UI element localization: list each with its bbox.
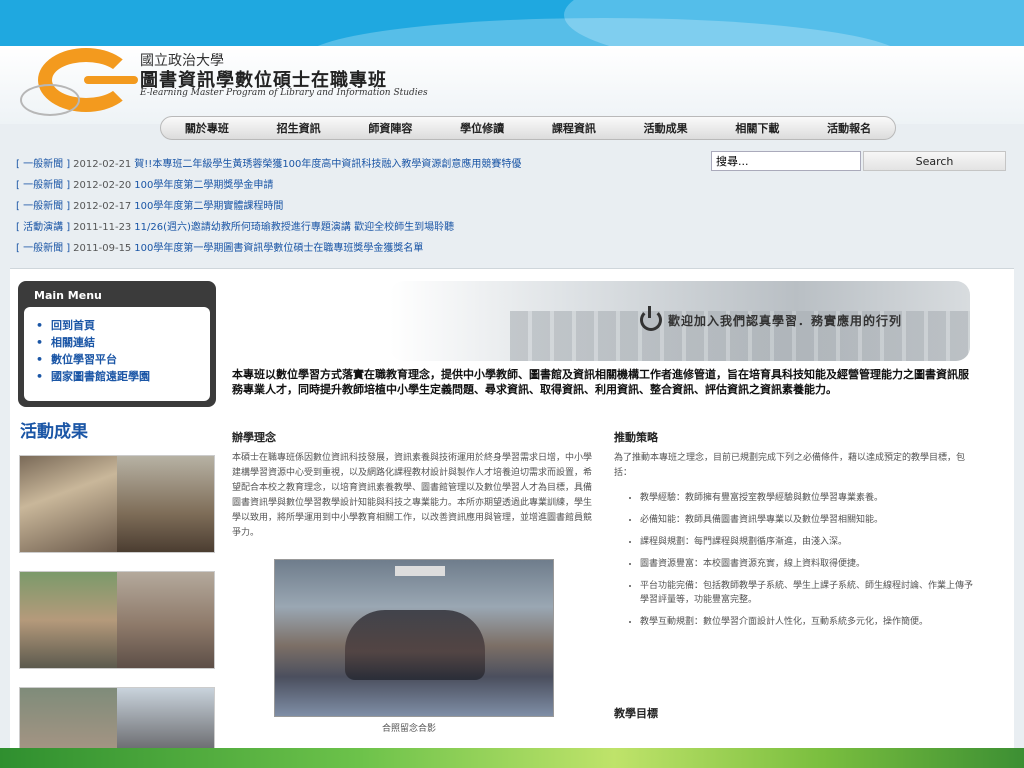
nav-item-downloads[interactable]: 相關下載 xyxy=(727,120,787,136)
menu-item-links[interactable]: 相關連結 xyxy=(36,334,210,351)
group-photo[interactable] xyxy=(274,559,554,717)
banner-slogan: 歡迎加入我們認真學習．務實應用的行列 xyxy=(668,314,903,328)
main-nav: 關於專班 招生資訊 師資陣容 學位修讀 課程資訊 活動成果 相關下載 活動報名 xyxy=(160,116,896,140)
nav-item-faculty[interactable]: 師資陣容 xyxy=(360,120,420,136)
strategy-list: 教學經驗：教師擁有豐富授室教學經驗與數位學習專業素養。 必備知能：教師具備圖書資… xyxy=(614,491,974,629)
news-item[interactable]: [ 活動演講 ] 2011-11-23 11/26(週六)邀請幼教所何琦瑜教授進行專… xyxy=(16,217,676,238)
program-intro: 本專班以數位學習方式落實在職教育理念，提供中小學教師、圖書館及資訊相關機構工作者… xyxy=(232,368,969,396)
philosophy-text: 本碩士在職專班係因數位資訊科技發展，資訊素養與技術運用於終身學習需求日增，中小學… xyxy=(232,453,593,538)
news-item[interactable]: [ 一般新聞 ] 2012-02-21 賀!!本專班二年級學生黃琇蓉榮獲100年度高… xyxy=(16,154,676,175)
list-item: 教學互動規劃：數位學習介面設計人性化，互動系統多元化，操作簡便。 xyxy=(640,615,974,629)
logo-bar xyxy=(84,76,138,84)
site-header: 國立政治大學 圖書資訊學數位碩士在職專班 E-learning Master P… xyxy=(0,46,1024,140)
group-people xyxy=(345,610,485,680)
list-item: 圖書資源豐富：本校圖書資源充實，線上資料取得便捷。 xyxy=(640,557,974,571)
logo-swirl-ornament xyxy=(20,84,80,116)
program-title-en: E-learning Master Program of Library and… xyxy=(140,88,428,98)
menu-item-home[interactable]: 回到首頁 xyxy=(36,317,210,334)
news-item[interactable]: [ 一般新聞 ] 2012-02-20 100學年度第二學期獎學金申請 xyxy=(16,175,676,196)
main-menu-title: Main Menu xyxy=(34,289,102,302)
search-bar: Search xyxy=(711,151,1007,171)
nav-item-activities[interactable]: 活動成果 xyxy=(636,120,696,136)
university-logo[interactable] xyxy=(20,48,138,118)
nav-item-admission[interactable]: 招生資訊 xyxy=(269,120,329,136)
philosophy-heading: 辦學理念 xyxy=(232,431,276,444)
list-item: 課程與規劃：每門課程與規劃循序漸進，由淺入深。 xyxy=(640,535,974,549)
teaching-goals-heading: 教學目標 xyxy=(614,707,658,720)
list-item: 教學經驗：教師擁有豐富授室教學經驗與數位學習專業素養。 xyxy=(640,491,974,505)
news-category: [ 一般新聞 ] xyxy=(16,180,71,191)
search-button[interactable]: Search xyxy=(863,151,1006,171)
slide-top-band xyxy=(0,0,1024,46)
news-date: 2012-02-20 xyxy=(73,180,132,191)
news-title-link[interactable]: 賀!!本專班二年級學生黃琇蓉榮獲100年度高中資訊科技融入教學資源創意應用競賽特… xyxy=(134,159,521,170)
welcome-banner: 歡迎加入我們認真學習．務實應用的行列 xyxy=(390,281,970,361)
photo-caption: 合照留念合影 xyxy=(382,724,437,734)
news-title-link[interactable]: 11/26(週六)邀請幼教所何琦瑜教授進行專題演講 歡迎全校師生到場聆聽 xyxy=(134,222,454,233)
building-sign xyxy=(395,566,445,576)
nav-item-about[interactable]: 關於專班 xyxy=(177,120,237,136)
search-input[interactable] xyxy=(711,151,861,171)
power-icon xyxy=(640,306,662,331)
philosophy-section: 辦學理念 本碩士在職專班係因數位資訊科技發展，資訊素養與技術運用於終身學習需求日… xyxy=(232,429,594,541)
nav-item-courses[interactable]: 課程資訊 xyxy=(544,120,604,136)
menu-item-elearning-platform[interactable]: 數位學習平台 xyxy=(36,351,210,368)
news-category: [ 一般新聞 ] xyxy=(16,201,71,212)
news-item[interactable]: [ 一般新聞 ] 2011-09-15 100學年度第一學期圖書資訊學數位碩士在職專… xyxy=(16,238,676,259)
website-screenshot: 國立政治大學 圖書資訊學數位碩士在職專班 E-learning Master P… xyxy=(0,46,1024,748)
news-category: [ 活動演講 ] xyxy=(16,222,71,233)
news-date: 2011-11-23 xyxy=(73,222,132,233)
strategy-heading: 推動策略 xyxy=(614,431,658,444)
activity-photo[interactable] xyxy=(19,687,215,748)
main-menu-list: 回到首頁 相關連結 數位學習平台 國家圖書館遠距學園 xyxy=(24,307,210,401)
news-title-link[interactable]: 100學年度第二學期實體課程時間 xyxy=(134,201,283,212)
activity-photo[interactable] xyxy=(19,455,215,553)
activities-heading: 活動成果 xyxy=(20,422,88,442)
strategy-section: 推動策略 為了推動本專班之理念，目前已規劃完成下列之必備條件，藉以達成預定的教學… xyxy=(614,429,974,720)
list-item: 必備知能：教師具備圖書資訊學專業以及數位學習相關知能。 xyxy=(640,513,974,527)
list-item: 平台功能完備：包括教師教學子系統、學生上課子系統、師生線程討論、作業上傳予學習評… xyxy=(640,579,974,607)
news-title-link[interactable]: 100學年度第二學期獎學金申請 xyxy=(134,180,273,191)
news-category: [ 一般新聞 ] xyxy=(16,159,71,170)
news-date: 2012-02-17 xyxy=(73,201,132,212)
slide-bottom-band xyxy=(0,748,1024,768)
nav-item-registration[interactable]: 活動報名 xyxy=(819,120,879,136)
news-list: [ 一般新聞 ] 2012-02-21 賀!!本專班二年級學生黃琇蓉榮獲100年度高… xyxy=(16,154,676,259)
strategy-intro: 為了推動本專班之理念，目前已規劃完成下列之必備條件，藉以達成預定的教學目標，包括… xyxy=(614,453,966,478)
news-date: 2011-09-15 xyxy=(73,243,132,254)
news-title-link[interactable]: 100學年度第一學期圖書資訊學數位碩士在職專班獎學金獲獎名單 xyxy=(134,243,423,254)
content-panel: Main Menu 回到首頁 相關連結 數位學習平台 國家圖書館遠距學園 活動成… xyxy=(10,268,1014,748)
news-item[interactable]: [ 一般新聞 ] 2012-02-17 100學年度第二學期實體課程時間 xyxy=(16,196,676,217)
activity-photo[interactable] xyxy=(19,571,215,669)
main-menu: Main Menu 回到首頁 相關連結 數位學習平台 國家圖書館遠距學園 xyxy=(18,281,216,407)
nav-item-degree[interactable]: 學位修讀 xyxy=(452,120,512,136)
menu-item-ncl-distance[interactable]: 國家圖書館遠距學園 xyxy=(36,368,210,385)
news-date: 2012-02-21 xyxy=(73,159,132,170)
news-category: [ 一般新聞 ] xyxy=(16,243,71,254)
